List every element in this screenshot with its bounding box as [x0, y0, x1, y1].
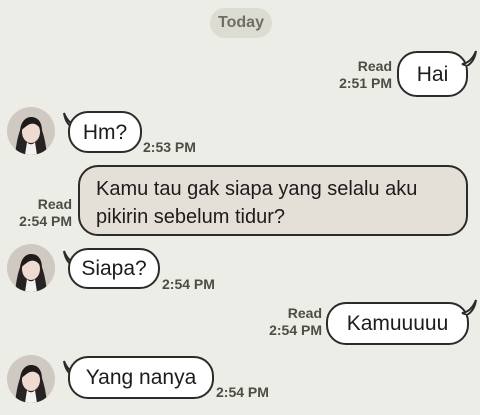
message-status: Read	[287, 305, 322, 321]
message-bubble[interactable]: Siapa?	[68, 248, 160, 289]
message-bubble[interactable]: Hm?	[68, 111, 142, 153]
date-divider: Today	[210, 8, 272, 38]
message-time: 2:54 PM	[216, 384, 269, 400]
message-bubble[interactable]: Hai	[397, 51, 468, 97]
message-bubble[interactable]: Kamu tau gak siapa yang selalu aku pikir…	[78, 165, 468, 236]
avatar-icon[interactable]	[7, 355, 55, 403]
message-time: 2:53 PM	[143, 139, 196, 155]
message-bubble[interactable]: Yang nanya	[68, 356, 214, 399]
message-time: 2:51 PM	[339, 75, 392, 91]
avatar-icon[interactable]	[7, 244, 55, 292]
bubble-tail	[460, 50, 477, 66]
message-time: 2:54 PM	[19, 213, 72, 229]
message-status-read: Read 2:54 PM	[250, 305, 322, 339]
avatar-icon[interactable]	[7, 107, 55, 155]
message-status: Read	[357, 58, 392, 74]
message-status: Read	[37, 196, 72, 212]
bubble-tail	[460, 299, 477, 315]
message-time: 2:54 PM	[269, 322, 322, 338]
message-bubble[interactable]: Kamuuuuu	[326, 302, 469, 345]
message-time: 2:54 PM	[162, 276, 215, 292]
message-status-read: Read 2:54 PM	[8, 196, 72, 230]
message-status-read: Read 2:51 PM	[322, 58, 392, 92]
